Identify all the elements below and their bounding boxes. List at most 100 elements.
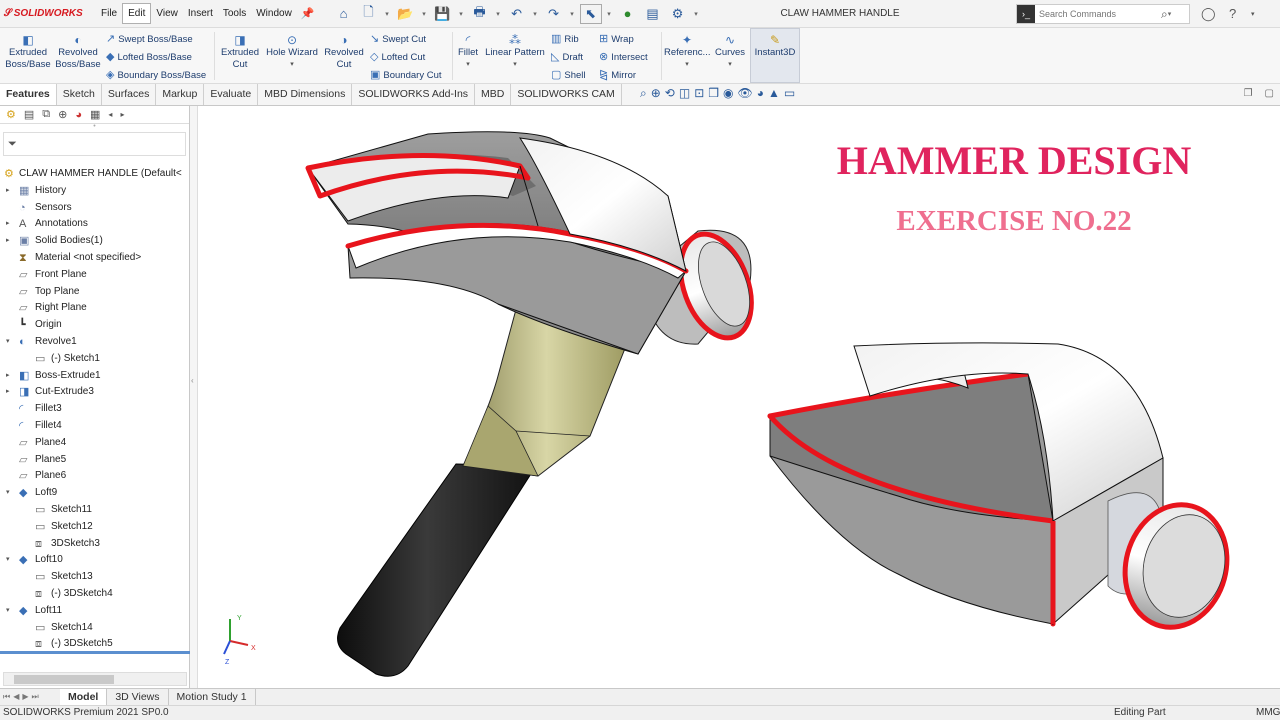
units-label[interactable]: MMG — [1256, 706, 1280, 720]
tree-node[interactable]: ▱ Plane4 — [0, 435, 190, 452]
last-tab-icon[interactable]: ⏭ — [32, 692, 39, 702]
collapse-arrow-icon[interactable]: ▾ — [6, 552, 10, 569]
tab-3d-views[interactable]: 3D Views — [107, 689, 169, 705]
hole-wizard-dropdown-icon[interactable]: ▾ — [264, 59, 320, 71]
collapse-arrow-icon[interactable]: ▾ — [6, 603, 10, 620]
tree-node[interactable]: ◜ Fillet3 — [0, 401, 190, 418]
expand-arrow-icon[interactable]: ▸ — [6, 183, 10, 200]
menu-insert[interactable]: Insert — [183, 4, 218, 23]
extruded-boss-button[interactable]: ◧ Extruded Boss/Base — [4, 32, 52, 71]
new-document-icon[interactable]: 🗋 — [358, 4, 380, 24]
view-orientation-icon[interactable]: ❒ — [708, 86, 719, 101]
draft-button[interactable]: ◺ Draft — [551, 50, 583, 63]
curves-button[interactable]: ∿ Curves ▾ — [712, 32, 748, 71]
tab-model[interactable]: Model — [60, 689, 108, 705]
dynamic-annotation-icon[interactable]: ⊡ — [694, 86, 704, 101]
tab-evaluate[interactable]: Evaluate — [204, 84, 259, 105]
tree-node[interactable]: ▭ Sketch12 — [0, 519, 190, 536]
search-dropdown-icon[interactable]: ▾ — [1168, 10, 1172, 18]
scene-icon[interactable]: ▲ — [768, 86, 780, 101]
appearance-icon[interactable]: ◕ — [757, 86, 764, 101]
tab-features[interactable]: Features — [0, 84, 57, 105]
wrap-button[interactable]: ⊞ Wrap — [599, 32, 634, 45]
cam-tab-icon[interactable]: ▦ — [90, 108, 100, 121]
tree-node[interactable]: ▸ ◨ Cut-Extrude3 — [0, 384, 190, 401]
instant3d-button[interactable]: ✎ Instant3D — [750, 28, 800, 83]
hide-show-icon[interactable]: 👁 — [738, 86, 753, 101]
expand-arrow-icon[interactable]: ▸ — [6, 233, 10, 250]
previous-view-icon[interactable]: ⟲ — [665, 86, 675, 101]
tree-node[interactable]: ▸ A Annotations — [0, 216, 190, 233]
tree-node[interactable]: ▸ ▣ Solid Bodies(1) — [0, 233, 190, 250]
rib-button[interactable]: ▥ Rib — [551, 32, 579, 45]
print-dropdown-icon[interactable]: ▾ — [494, 4, 503, 24]
redo-dropdown-icon[interactable]: ▾ — [568, 4, 577, 24]
tree-node[interactable]: ▾ ◆ Loft9 — [0, 485, 190, 502]
expand-arrow-icon[interactable]: ▸ — [6, 216, 10, 233]
tree-node[interactable]: ⧈ 3DSketch3 — [0, 536, 190, 553]
open-dropdown-icon[interactable]: ▾ — [420, 4, 429, 24]
print-icon[interactable]: 🖶 — [469, 4, 491, 24]
expand-arrow-icon[interactable]: ▸ — [6, 384, 10, 401]
search-icon[interactable]: ⌕ — [1161, 7, 1168, 22]
solidworks-logo[interactable]: 𝒮 SOLIDWORKS — [4, 8, 96, 19]
expand-arrow-icon[interactable]: ▸ — [6, 368, 10, 385]
tree-node[interactable]: ▭ (-) Sketch1 — [0, 351, 190, 368]
tree-node[interactable]: ▾ ◆ Loft11 — [0, 603, 190, 620]
file-properties-icon[interactable]: ▤ — [642, 4, 664, 24]
tree-node[interactable]: ◔ Sensors — [0, 200, 190, 217]
tree-node[interactable]: ┗ Origin — [0, 317, 190, 334]
undo-dropdown-icon[interactable]: ▾ — [531, 4, 540, 24]
feature-filter[interactable]: ⏷ — [3, 132, 186, 156]
configuration-manager-tab-icon[interactable]: ⧉ — [42, 108, 50, 121]
help-icon[interactable]: ? — [1229, 6, 1236, 21]
collapse-arrow-icon[interactable]: ▾ — [6, 334, 10, 351]
open-icon[interactable]: 📂 — [395, 4, 417, 24]
tab-solidworks-addins[interactable]: SOLIDWORKS Add-Ins — [352, 84, 476, 105]
tree-node[interactable]: ▱ Right Plane — [0, 300, 190, 317]
mirror-button[interactable]: ⧎ Mirror — [599, 68, 636, 81]
options-icon[interactable]: ⚙ — [667, 4, 689, 24]
tree-node[interactable]: ▱ Plane5 — [0, 452, 190, 469]
restore-window-icon[interactable]: ❐ — [1244, 88, 1253, 99]
tree-node[interactable]: ▱ Plane6 — [0, 468, 190, 485]
select-dropdown-icon[interactable]: ▾ — [605, 4, 614, 24]
boundary-boss-button[interactable]: ◈ Boundary Boss/Base — [106, 68, 206, 81]
curves-dropdown-icon[interactable]: ▾ — [712, 59, 748, 71]
tree-node[interactable]: ▭ Sketch14 — [0, 620, 190, 637]
options-dropdown-icon[interactable]: ▾ — [692, 4, 701, 24]
intersect-button[interactable]: ⊗ Intersect — [599, 50, 648, 63]
tab-surfaces[interactable]: Surfaces — [102, 84, 157, 105]
reference-dropdown-icon[interactable]: ▾ — [664, 59, 710, 71]
linear-pattern-button[interactable]: ⁂ Linear Pattern ▾ — [484, 32, 546, 71]
tree-node[interactable]: ▸ ▦ History — [0, 183, 190, 200]
revolved-boss-button[interactable]: ◐ Revolved Boss/Base — [54, 32, 102, 71]
zoom-to-fit-icon[interactable]: ⌕ — [640, 86, 647, 101]
revolved-cut-button[interactable]: ◑ Revolved Cut — [322, 32, 366, 71]
user-icon[interactable]: ◯ — [1201, 6, 1216, 22]
tab-motion-study[interactable]: Motion Study 1 — [169, 689, 256, 705]
reference-geometry-button[interactable]: ✦ Referenc... ▾ — [664, 32, 710, 71]
tree-root[interactable]: ⚙ CLAW HAMMER HANDLE (Default< — [0, 166, 190, 183]
prev-tab-icon[interactable]: ◀ — [13, 692, 19, 702]
home-icon[interactable]: ⌂ — [333, 4, 355, 24]
tree-node[interactable]: ▭ Sketch11 — [0, 502, 190, 519]
menu-file[interactable]: File — [96, 4, 122, 23]
search-commands[interactable]: ›_ ⌕ ▾ — [1016, 4, 1190, 24]
tree-node[interactable]: ⧗ Material <not specified> — [0, 250, 190, 267]
help-dropdown-icon[interactable]: ▾ — [1251, 10, 1255, 18]
fillet-dropdown-icon[interactable]: ▾ — [455, 59, 481, 71]
tree-node[interactable]: ▾ ◐ Revolve1 — [0, 334, 190, 351]
swept-boss-button[interactable]: ↗ Swept Boss/Base — [106, 32, 193, 45]
graphics-area[interactable]: Y X Z HAMMER DESIGN EXERCISE NO.22 — [198, 106, 1280, 688]
rebuild-icon[interactable]: ● — [617, 4, 639, 24]
menu-view[interactable]: View — [151, 4, 183, 23]
new-dropdown-icon[interactable]: ▾ — [383, 4, 392, 24]
save-dropdown-icon[interactable]: ▾ — [457, 4, 466, 24]
view-settings-icon[interactable]: ▭ — [784, 86, 795, 101]
feature-manager-tab-icon[interactable]: ⚙ — [6, 108, 16, 121]
boundary-cut-button[interactable]: ▣ Boundary Cut — [370, 68, 442, 81]
display-manager-tab-icon[interactable]: ◕ — [75, 109, 82, 121]
zoom-to-area-icon[interactable]: ⊕ — [651, 86, 661, 101]
tab-mbd-dimensions[interactable]: MBD Dimensions — [258, 84, 353, 105]
